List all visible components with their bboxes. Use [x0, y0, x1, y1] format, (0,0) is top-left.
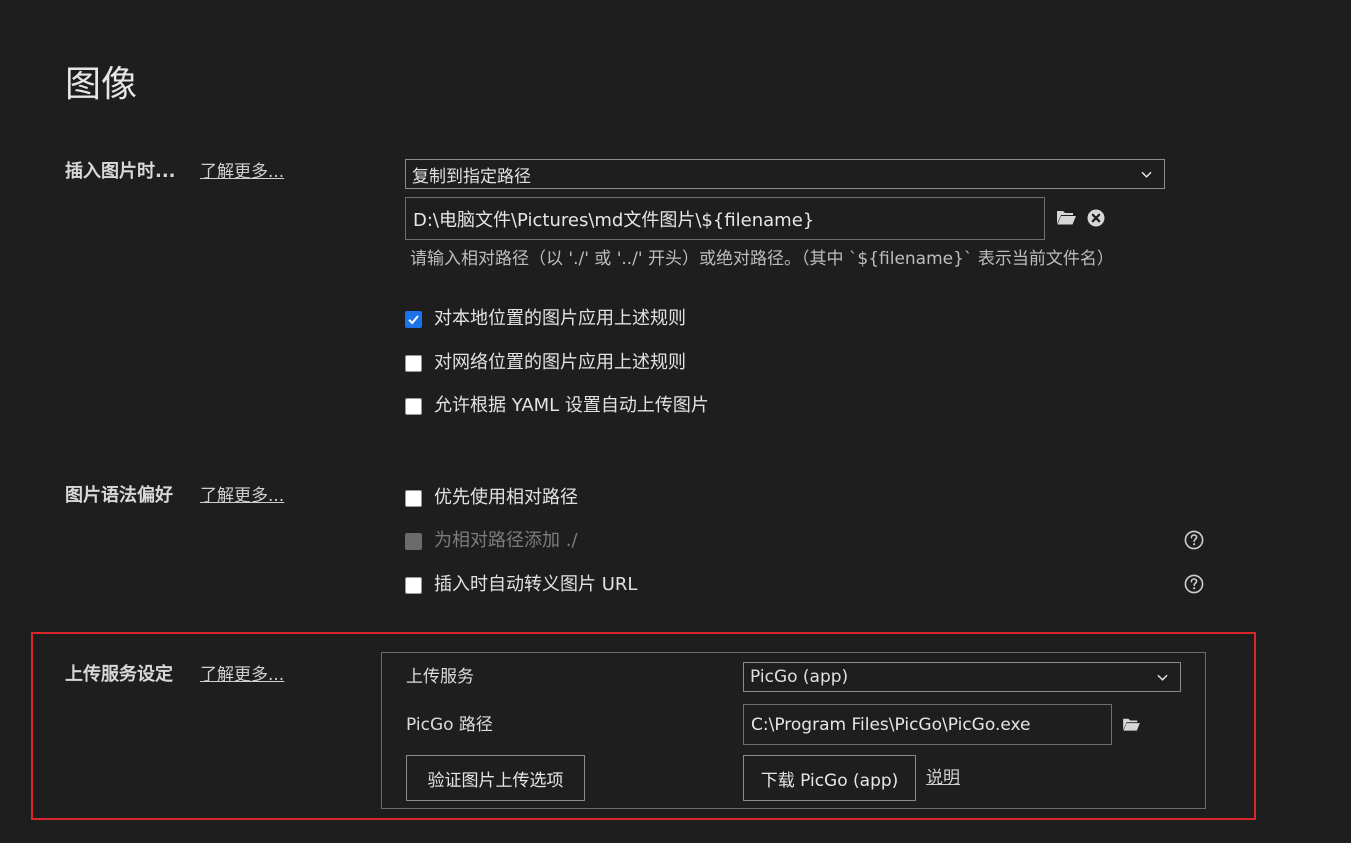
chevron-down-icon: [1141, 171, 1152, 178]
checkbox-row[interactable]: 对本地位置的图片应用上述规则: [405, 307, 686, 331]
insert-section-label: 插入图片时...: [65, 161, 176, 182]
upload-service-select-value: PicGo (app): [750, 667, 849, 687]
upload-service-select[interactable]: PicGo (app): [743, 662, 1181, 692]
checkbox-disabled: [405, 532, 422, 550]
checkbox-label: 为相对路径添加 ./: [434, 530, 578, 551]
upload-section-label: 上传服务设定: [65, 664, 173, 685]
folder-icon[interactable]: [1056, 209, 1077, 226]
checkbox[interactable]: [405, 489, 422, 507]
syntax-section-label: 图片语法偏好: [65, 485, 173, 506]
syntax-learn-more-link[interactable]: 了解更多...: [200, 484, 284, 508]
page-title: 图像: [65, 64, 138, 105]
help-icon[interactable]: [1184, 574, 1204, 594]
checkbox-label: 允许根据 YAML 设置自动上传图片: [434, 395, 709, 416]
help-icon[interactable]: [1184, 530, 1204, 550]
picgo-path-label: PicGo 路径: [406, 715, 493, 735]
checkbox-label: 对本地位置的图片应用上述规则: [434, 308, 686, 329]
checkbox-row[interactable]: 插入时自动转义图片 URL: [405, 573, 637, 597]
checkbox-row-disabled: 为相对路径添加 ./: [405, 529, 578, 553]
checkbox-label: 对网络位置的图片应用上述规则: [434, 352, 686, 373]
picgo-path-value: C:\Program Files\PicGo\PicGo.exe: [751, 714, 1031, 735]
picgo-path-input[interactable]: C:\Program Files\PicGo\PicGo.exe: [743, 704, 1112, 745]
checkbox[interactable]: [405, 397, 422, 415]
explain-link[interactable]: 说明: [926, 766, 960, 790]
folder-icon[interactable]: [1122, 717, 1141, 732]
insert-action-select[interactable]: 复制到指定路径: [405, 159, 1165, 189]
chevron-down-icon: [1157, 674, 1168, 681]
upload-service-label: 上传服务: [406, 667, 474, 687]
checkbox-label: 插入时自动转义图片 URL: [434, 574, 638, 595]
check-icon: [408, 314, 419, 324]
image-path-input[interactable]: D:\电脑文件\Pictures\md文件图片\${filename}: [405, 197, 1045, 240]
checkbox-row[interactable]: 对网络位置的图片应用上述规则: [405, 351, 686, 375]
download-picgo-button[interactable]: 下载 PicGo (app): [743, 755, 916, 801]
insert-learn-more-link[interactable]: 了解更多...: [200, 160, 284, 184]
checkbox-checked[interactable]: [405, 310, 422, 328]
insert-action-select-value: 复制到指定路径: [412, 166, 531, 187]
checkbox-label: 优先使用相对路径: [434, 487, 578, 508]
checkbox-row[interactable]: 优先使用相对路径: [405, 486, 578, 510]
clear-icon[interactable]: [1087, 209, 1105, 227]
path-hint: 请输入相对路径（以 './' 或 '../' 开头）或绝对路径。（其中 `${f…: [410, 249, 1114, 269]
checkbox[interactable]: [405, 576, 422, 594]
verify-upload-button[interactable]: 验证图片上传选项: [406, 755, 585, 801]
upload-learn-more-link[interactable]: 了解更多...: [200, 663, 284, 687]
checkbox-row[interactable]: 允许根据 YAML 设置自动上传图片: [405, 394, 709, 418]
checkbox[interactable]: [405, 354, 422, 372]
image-path-value: D:\电脑文件\Pictures\md文件图片\${filename}: [413, 209, 815, 231]
